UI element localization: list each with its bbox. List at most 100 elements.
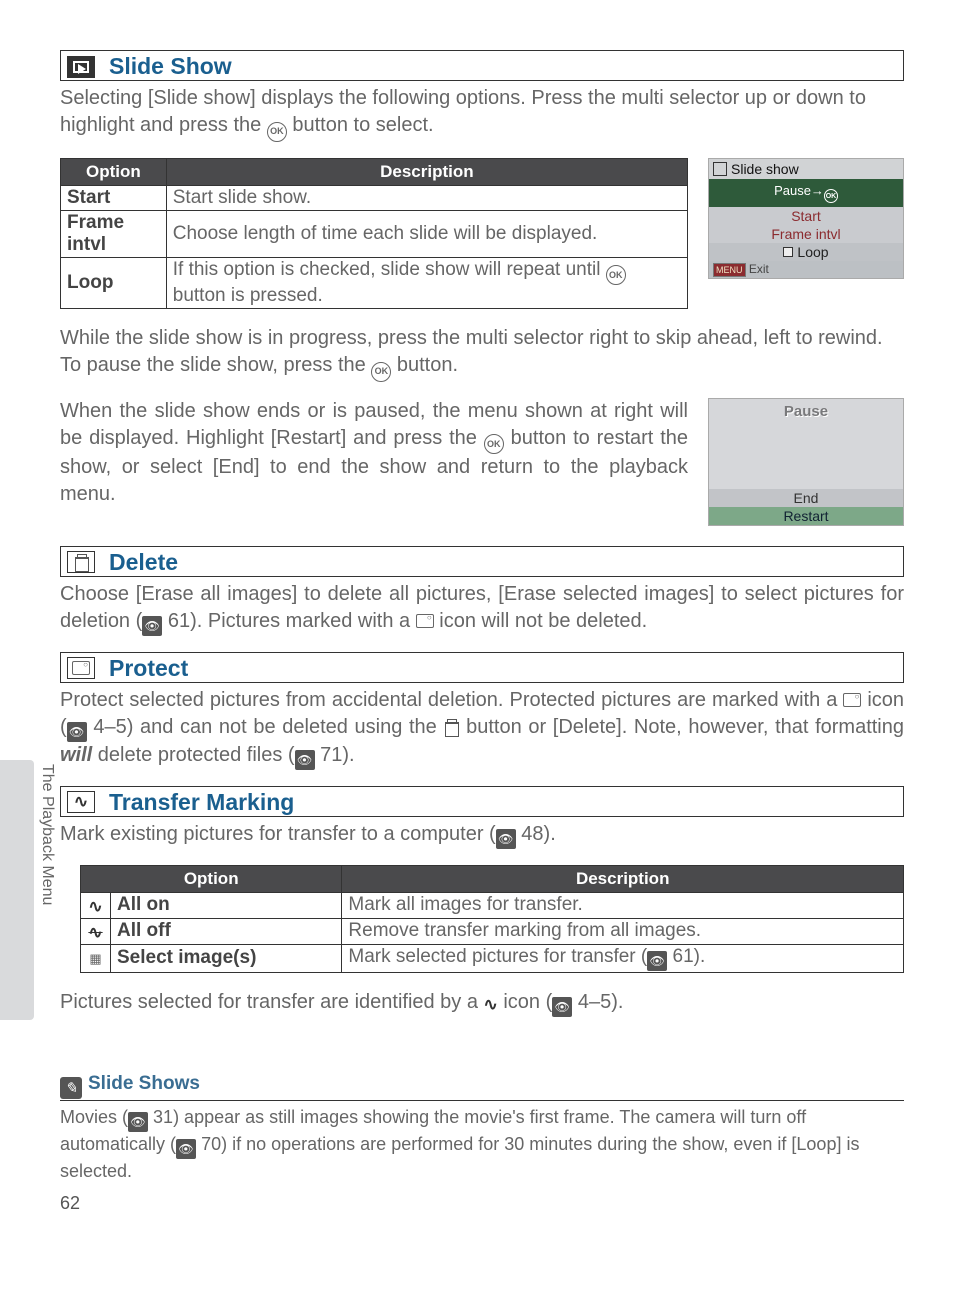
slideshow-options-table: Option Description Start Start slide sho… <box>60 158 688 310</box>
protect-text-d: button or [Delete]. Note, however, that … <box>459 716 904 738</box>
transfer-intro-a: Mark existing pictures for transfer to a… <box>60 823 496 845</box>
table-row: ∿ All off Remove transfer marking from a… <box>81 918 904 944</box>
th-desc: Description <box>166 158 687 185</box>
table-row: Start Start slide show. <box>61 185 688 210</box>
transfer-footer-ref: 4–5 <box>578 991 611 1013</box>
protect-ref2: 71 <box>320 744 342 766</box>
desc-start: Start slide show. <box>166 185 687 210</box>
transfer-section-icon: ∿ <box>67 791 95 813</box>
transfer-intro: Mark existing pictures for transfer to a… <box>60 821 904 849</box>
opt-loop: Loop <box>61 257 167 309</box>
ss1-title-text: Slide show <box>731 161 799 177</box>
pause-menu-screenshot: Pause End Restart <box>708 398 904 526</box>
all-on-icon: ∿ <box>88 897 102 917</box>
desc-select-ref: 61 <box>673 946 694 967</box>
section-header-slideshow: Slide Show <box>60 50 904 81</box>
ss1-item-frame: Frame intvl <box>709 225 903 243</box>
table-row: Loop If this option is checked, slide sh… <box>61 257 688 309</box>
page-ref-icon: 👁 <box>67 722 87 742</box>
protect-will: will <box>60 744 92 766</box>
delete-text-b: ). Pictures marked with a <box>190 610 416 632</box>
page-ref-icon: 👁 <box>176 1139 196 1159</box>
ok-icon: OK <box>371 362 391 382</box>
note-title: Slide Shows <box>88 1073 200 1094</box>
note-ref2: 70 <box>201 1134 221 1154</box>
section-title: Protect <box>109 655 188 682</box>
delete-body: Choose [Erase all images] to delete all … <box>60 581 904 636</box>
th-option: Option <box>61 158 167 185</box>
delete-section-icon <box>67 551 95 573</box>
ok-icon: OK <box>606 265 626 285</box>
slideshow-intro-text: Selecting [Slide show] displays the foll… <box>60 87 866 136</box>
all-off-icon: ∿ <box>88 923 102 943</box>
protect-text-a: Protect selected pictures from accidenta… <box>60 689 843 711</box>
note-block: ✎ Slide Shows Movies (👁 31) appear as sti… <box>60 1073 904 1183</box>
opt-alloff: All off <box>111 918 342 944</box>
section-title: Slide Show <box>109 53 232 80</box>
note-body: Movies (👁 31) appear as still images sho… <box>60 1105 904 1183</box>
section-header-transfer: ∿ Transfer Marking <box>60 786 904 817</box>
menu-badge-icon: MENU <box>713 263 746 277</box>
protect-text-c: ) and can not be deleted using the <box>127 716 444 738</box>
page-ref-icon: 👁 <box>142 616 162 636</box>
trash-icon <box>73 554 89 570</box>
desc-allon: Mark all images for transfer. <box>342 892 904 918</box>
slideshow-para3: When the slide show ends or is paused, t… <box>60 398 688 509</box>
desc-select-a: Mark selected pictures for transfer ( <box>348 946 647 967</box>
page-number: 62 <box>60 1193 904 1214</box>
protect-ref1: 4–5 <box>93 716 126 738</box>
page-ref-icon: 👁 <box>496 829 516 849</box>
trash-icon <box>443 719 459 735</box>
transfer-footer-a: Pictures selected for transfer are ident… <box>60 991 484 1013</box>
desc-alloff: Remove transfer marking from all images. <box>342 918 904 944</box>
ss1-exit-row: MENU Exit <box>709 261 903 278</box>
transfer-icon: ∿ <box>74 792 88 812</box>
ok-icon: OK <box>824 189 838 203</box>
key-icon <box>72 661 90 675</box>
slideshow-menu-screenshot: Slide show Pause→OK Start Frame intvl Lo… <box>708 158 904 280</box>
note-ref1: 31 <box>153 1107 173 1127</box>
protect-body: Protect selected pictures from accidenta… <box>60 687 904 770</box>
protect-key-icon <box>416 614 434 628</box>
page-ref-icon: 👁 <box>552 997 572 1017</box>
note-icon: ✎ <box>60 1077 82 1099</box>
transfer-intro-b: ). <box>544 823 556 845</box>
slideshow-section-icon <box>67 56 95 78</box>
row-icon: ∿ <box>81 892 111 918</box>
section-header-delete: Delete <box>60 546 904 577</box>
transfer-options-table: Option Description ∿ All on Mark all ima… <box>80 865 904 973</box>
ss1-exit-text: Exit <box>749 262 769 276</box>
ss2-end: End <box>709 489 903 507</box>
section-title: Delete <box>109 549 178 576</box>
page-ref-icon: 👁 <box>647 951 667 971</box>
ss1-title-icon <box>713 162 727 176</box>
page-ref-icon: 👁 <box>295 750 315 770</box>
transfer-footer-b: icon ( <box>498 991 552 1013</box>
row-icon: ∿ <box>81 918 111 944</box>
delete-ref: 61 <box>168 610 190 632</box>
section-header-protect: Protect <box>60 652 904 683</box>
opt-start: Start <box>61 185 167 210</box>
protect-key-icon <box>843 693 861 707</box>
protect-section-icon <box>67 657 95 679</box>
row-icon: ▦ <box>81 944 111 972</box>
ss1-pause-row: Pause→OK <box>709 179 903 208</box>
ss1-item-start: Start <box>709 207 903 225</box>
table-row: ∿ All on Mark all images for transfer. <box>81 892 904 918</box>
desc-select-b: ). <box>694 946 706 967</box>
delete-text-c: icon will not be deleted. <box>434 610 647 632</box>
ss1-item-loop-text: Loop <box>797 244 828 260</box>
ss2-title: Pause <box>709 399 903 422</box>
page-ref-icon: 👁 <box>128 1112 148 1132</box>
opt-allon: All on <box>111 892 342 918</box>
slideshow-para2: While the slide show is in progress, pre… <box>60 325 904 382</box>
desc-select: Mark selected pictures for transfer (👁 6… <box>342 944 904 972</box>
desc-loop: If this option is checked, slide show wi… <box>166 257 687 309</box>
ok-icon: OK <box>267 122 287 142</box>
desc-frame: Choose length of time each slide will be… <box>166 210 687 257</box>
transfer-intro-ref: 48 <box>521 823 543 845</box>
opt-select: Select image(s) <box>111 944 342 972</box>
note-a: Movies ( <box>60 1107 128 1127</box>
table-row: Frame intvl Choose length of time each s… <box>61 210 688 257</box>
table-row: ▦ Select image(s) Mark selected pictures… <box>81 944 904 972</box>
